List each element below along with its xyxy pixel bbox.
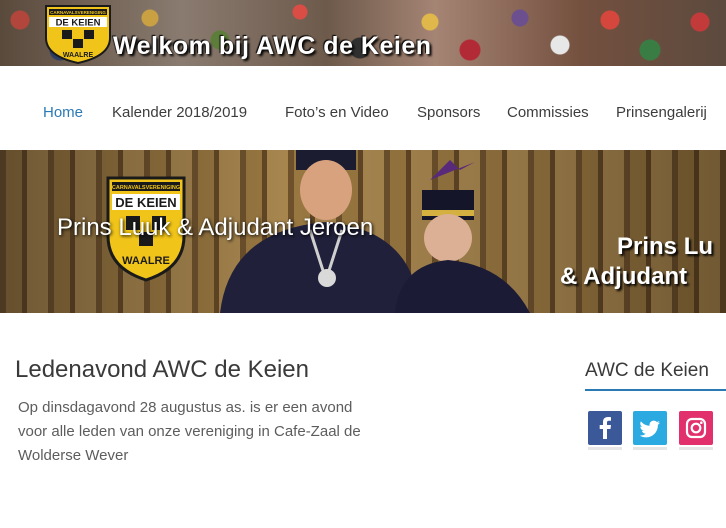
logo-top-text: CARNAVALSVERENIGING: [50, 10, 106, 15]
instagram-button[interactable]: [679, 411, 713, 450]
post-excerpt: Op dinsdagavond 28 augustus as. is er ee…: [18, 399, 361, 464]
nav-item-sponsors[interactable]: Sponsors: [417, 104, 480, 121]
slider-caption-line-2: & Adjudant: [560, 263, 688, 290]
slider-logo-top-text: CARNAVALSVERENIGING: [112, 185, 180, 191]
twitter-button[interactable]: [633, 411, 667, 450]
logo-bottom-text: WAALRE: [63, 52, 94, 59]
header-banner: CARNAVALSVERENIGING DE KEIEN WAALRE Welk…: [0, 0, 726, 66]
slider-logo-main-text: DE KEIEN: [115, 195, 176, 210]
nav-item-home[interactable]: Home: [43, 104, 83, 121]
facebook-button[interactable]: [588, 411, 622, 450]
nav-item-prinsengalerij[interactable]: Prinsengalerij: [616, 104, 707, 121]
club-logo[interactable]: CARNAVALSVERENIGING DE KEIEN WAALRE: [40, 4, 116, 64]
facebook-icon: [599, 417, 611, 439]
twitter-icon: [639, 420, 660, 438]
adjudant-photo: [395, 160, 530, 313]
widget-title: AWC de Keien: [585, 360, 709, 381]
slider-caption-line-1: Prins Lu: [617, 233, 714, 260]
main-navigation: Home Kalender 2018/2019 Foto’s en Video …: [0, 94, 726, 134]
logo-main-text: DE KEIEN: [56, 18, 101, 29]
slider-caption-secondary: Prins Lu & Adjudant: [560, 232, 714, 292]
slider-logo-bottom-text: WAALRE: [122, 255, 170, 267]
nav-item-kalender[interactable]: Kalender 2018/2019: [112, 104, 247, 121]
nav-item-commissies[interactable]: Commissies: [507, 104, 589, 121]
site-title[interactable]: Welkom bij AWC de Keien: [113, 32, 432, 61]
slider-caption: Prins Luuk & Adjudant Jeroen: [57, 214, 374, 241]
instagram-icon: [685, 417, 707, 439]
post-title[interactable]: Ledenavond AWC de Keien: [15, 356, 309, 384]
widget-title-underline: [585, 389, 726, 391]
nav-item-fotos-video[interactable]: Foto’s en Video: [285, 104, 389, 121]
